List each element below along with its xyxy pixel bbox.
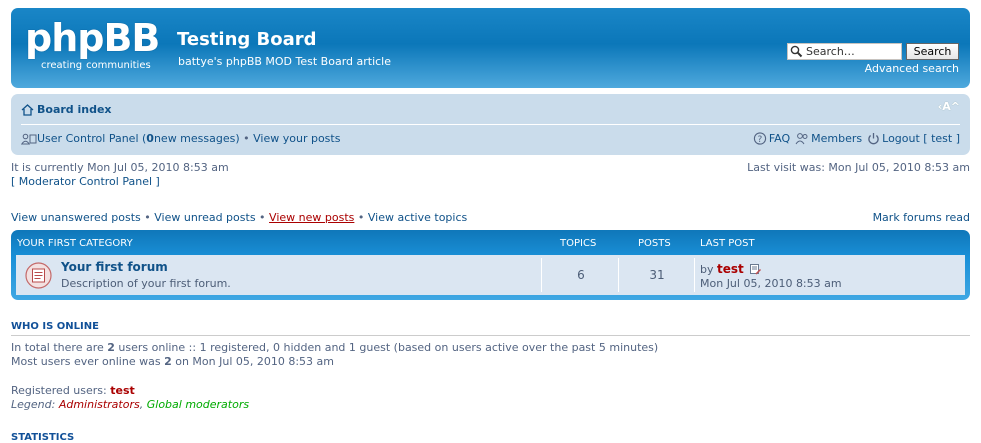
who-is-online-heading[interactable]: WHO IS ONLINE: [11, 321, 970, 336]
members-item[interactable]: Members: [795, 132, 862, 145]
topics-header: TOPICS: [560, 238, 597, 249]
new-messages-link[interactable]: new messages): [154, 132, 240, 145]
last-visit: Last visit was: Mon Jul 05, 2010 8:53 am: [747, 161, 970, 174]
faq-item[interactable]: ? FAQ: [753, 132, 790, 145]
header-bar: phpBB creating communities Testing Board …: [11, 8, 970, 88]
registered-users-label: Registered users:: [11, 384, 111, 397]
current-time: It is currently Mon Jul 05, 2010 8:53 am: [11, 161, 229, 174]
forum-title-link[interactable]: Your first forum: [61, 260, 168, 274]
legend-separator: ,: [139, 398, 147, 411]
site-title[interactable]: Testing Board: [177, 29, 317, 50]
legend-administrators-link[interactable]: Administrators: [59, 398, 140, 411]
topics-count: 6: [577, 268, 585, 282]
home-icon: [21, 103, 34, 116]
column-divider: [694, 258, 695, 292]
column-divider: [541, 258, 542, 292]
navbar: Board index ‹A^ User Control Panel (0 ne…: [11, 94, 970, 155]
online-summary: In total there are 2 users online :: 1 r…: [11, 341, 658, 369]
logout-item[interactable]: Logout [ test ]: [867, 132, 960, 145]
members-link[interactable]: Members: [811, 132, 862, 145]
view-new-posts-link[interactable]: View new posts: [269, 211, 354, 224]
site-logo[interactable]: phpBB creating communities: [25, 16, 165, 82]
new-messages-count[interactable]: 0: [146, 132, 154, 145]
separator: •: [354, 211, 368, 224]
record-text-part: Most users ever online was: [11, 355, 165, 368]
forum-row[interactable]: Your first forum Description of your fir…: [16, 255, 965, 295]
record-text-part: on Mon Jul 05, 2010 8:53 am: [171, 355, 335, 368]
search-button[interactable]: Search: [906, 43, 959, 60]
legend-global-moderators-link[interactable]: Global moderators: [147, 398, 249, 411]
separator: •: [140, 211, 155, 224]
time-info: It is currently Mon Jul 05, 2010 8:53 am…: [11, 161, 229, 189]
registered-user-link[interactable]: test: [110, 384, 135, 397]
members-icon: [795, 133, 808, 145]
faq-link[interactable]: FAQ: [769, 132, 790, 145]
logout-link[interactable]: Logout [ test ]: [882, 132, 960, 145]
view-latest-post-icon[interactable]: [750, 264, 762, 275]
legend-label: Legend:: [11, 398, 59, 411]
forum-category: YOUR FIRST CATEGORY TOPICS POSTS LAST PO…: [11, 230, 970, 300]
svg-text:?: ?: [757, 135, 762, 145]
logo-text: phpBB: [25, 16, 160, 60]
search-box[interactable]: [787, 43, 902, 60]
forum-read-icon: [25, 262, 52, 289]
mcp-link[interactable]: [ Moderator Control Panel ]: [11, 175, 229, 189]
logo-tagline-part-1: creating: [41, 60, 83, 71]
online-text-part: users online :: 1 registered, 0 hidden a…: [114, 341, 659, 354]
search-icon: [790, 45, 803, 58]
font-size-control[interactable]: ‹A^: [938, 100, 960, 113]
posts-header: POSTS: [638, 238, 671, 249]
logo-tagline: creating communities: [41, 60, 151, 71]
statistics-heading: STATISTICS: [11, 432, 75, 443]
view-unread-link[interactable]: View unread posts: [154, 211, 255, 224]
site-description: battye's phpBB MOD Test Board article: [178, 55, 392, 68]
online-count: 2: [107, 341, 115, 354]
logo-tagline-part-2: communities: [86, 60, 151, 71]
last-post-info: by test Mon Jul 05, 2010 8:53 am: [700, 262, 842, 291]
navbar-divider: [21, 124, 960, 125]
last-post-time: Mon Jul 05, 2010 8:53 am: [700, 277, 842, 290]
mark-forums-read-link[interactable]: Mark forums read: [873, 211, 970, 224]
view-unanswered-link[interactable]: View unanswered posts: [11, 211, 141, 224]
ucp-icon: [21, 133, 37, 144]
search-links: View unanswered posts • View unread post…: [11, 211, 467, 224]
record-count: 2: [164, 355, 172, 368]
nav-right-links: ? FAQ Members Logout [ test ]: [748, 132, 960, 145]
posts-count: 31: [649, 268, 665, 282]
view-active-topics-link[interactable]: View active topics: [368, 211, 467, 224]
last-post-user-link[interactable]: test: [717, 262, 744, 276]
online-text-part: In total there are: [11, 341, 108, 354]
power-icon: [868, 133, 879, 145]
faq-icon: ?: [753, 132, 766, 145]
forum-description: Description of your first forum.: [61, 277, 231, 290]
registered-users: Registered users: test Legend: Administr…: [11, 384, 249, 412]
view-your-posts-link[interactable]: View your posts: [253, 132, 340, 145]
separator: •: [239, 132, 254, 145]
category-name-link[interactable]: YOUR FIRST CATEGORY: [17, 238, 133, 249]
ucp-link[interactable]: User Control Panel (: [37, 132, 146, 145]
separator: •: [255, 211, 270, 224]
advanced-search-link[interactable]: Advanced search: [865, 62, 959, 75]
search-input[interactable]: [806, 45, 898, 58]
last-post-header: LAST POST: [700, 238, 755, 249]
board-index-link[interactable]: Board index: [37, 103, 112, 116]
user-links: User Control Panel (0 new messages) • Vi…: [21, 132, 340, 145]
breadcrumb: Board index: [21, 103, 112, 116]
last-post-by-label: by: [700, 263, 717, 276]
